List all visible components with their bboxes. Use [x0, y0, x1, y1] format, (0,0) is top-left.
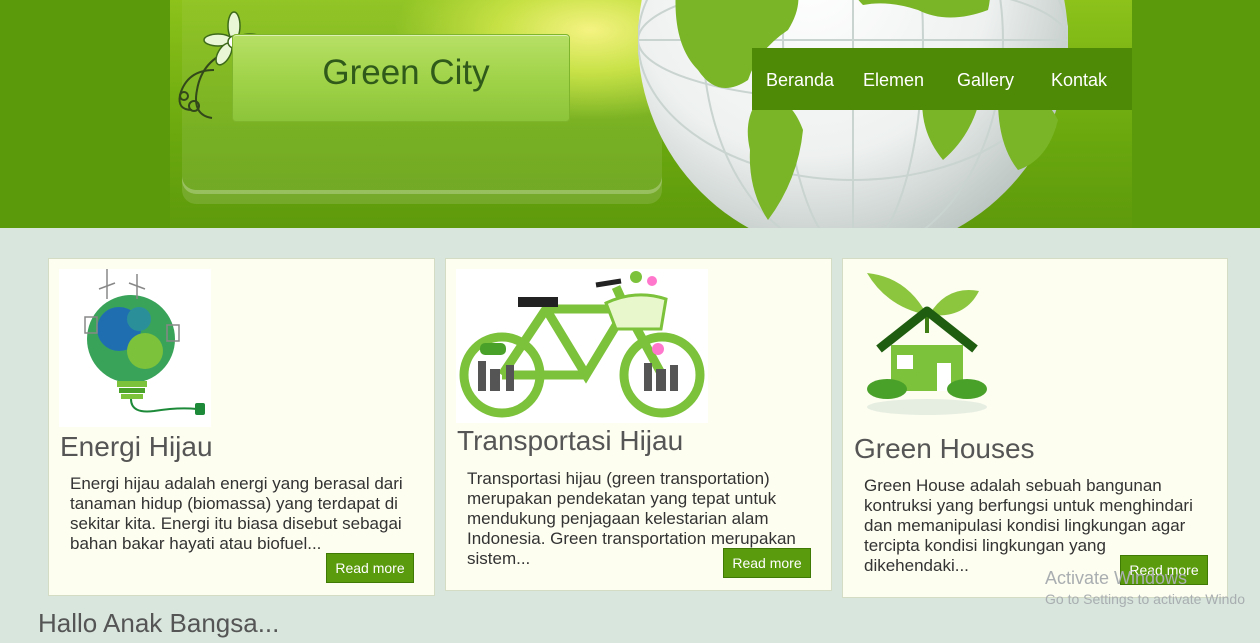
activate-windows-watermark: Activate Windows Go to Settings to activ…	[1045, 568, 1245, 607]
nav-item-elemen[interactable]: Elemen	[863, 70, 924, 91]
green-house-icon	[867, 273, 987, 415]
card-transportasi-hijau: Transportasi Hijau Transportasi hijau (g…	[445, 258, 832, 591]
read-more-button[interactable]: Read more	[326, 553, 414, 583]
nav-item-beranda[interactable]: Beranda	[766, 70, 834, 91]
globe-icon	[638, 0, 1068, 228]
card-title: Energi Hijau	[60, 431, 213, 462]
nav-item-kontak[interactable]: Kontak	[1051, 70, 1107, 91]
watermark-line-2: Go to Settings to activate Windo	[1045, 591, 1245, 607]
read-more-button[interactable]: Read more	[723, 548, 811, 578]
nav-item-gallery[interactable]: Gallery	[957, 70, 1014, 91]
main-nav: Beranda Elemen Gallery Kontak	[752, 48, 1132, 110]
card-energi-hijau: Energi Hijau Energi hijau adalah energi …	[48, 258, 435, 596]
greeting-heading: Hallo Anak Bangsa...	[38, 608, 280, 638]
card-title: Green Houses	[854, 433, 1035, 464]
site-header: Green City Beranda Elemen Gallery Kontak	[0, 0, 1260, 228]
card-green-houses: Green Houses Green House adalah sebuah b…	[842, 258, 1228, 598]
watermark-line-1: Activate Windows	[1045, 568, 1188, 588]
green-energy-bulb-icon	[59, 269, 211, 427]
site-title: Green City	[322, 53, 490, 92]
card-text: Energi hijau adalah energi yang berasal …	[70, 474, 403, 553]
logo-box: Green City	[232, 34, 570, 122]
green-bicycle-icon	[456, 269, 708, 423]
card-title: Transportasi Hijau	[457, 425, 684, 456]
